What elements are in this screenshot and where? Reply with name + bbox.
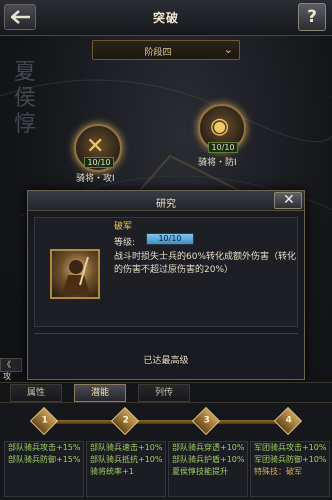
general-name-vertical: 夏 侯 惇 [14, 60, 44, 138]
perk-line: 军团骑兵防御+10% [254, 455, 327, 464]
node-name: 骑将・攻Ⅰ [76, 174, 115, 184]
side-tab[interactable]: 《 攻 [0, 358, 22, 381]
perk-card: 部队骑兵攻击+15% 部队骑兵防御+15% [4, 441, 84, 497]
perk-line: 特殊技：破军 [254, 467, 302, 476]
skill-portrait-icon [50, 249, 100, 299]
perk-line: 部队骑兵防御+15% [8, 455, 81, 464]
research-dialog: 研究 ✕ 破军 等级: 10/10 战斗时损失士兵的60%转化成额外伤害（转化的… [27, 190, 305, 380]
level-label: 等级: [114, 238, 136, 248]
perk-line: 军团骑兵攻击+10% [254, 443, 327, 452]
progress-track [40, 420, 292, 424]
header-bar: 突破 ? [0, 0, 332, 36]
level-value: 10/10 [158, 234, 182, 243]
milestone-number: 3 [203, 415, 210, 426]
tab-biography[interactable]: 列传 [138, 384, 190, 402]
name-char: 侯 [14, 86, 37, 111]
node-count: 10/10 [208, 142, 238, 153]
perk-card: 部队骑兵速击+10% 部队骑兵抵抗+10% 骑将统率+1 [86, 441, 166, 497]
milestone-number: 4 [285, 415, 292, 426]
stage-label: 阶段四 [144, 48, 172, 58]
perk-line: 部队骑兵穿透+10% [172, 443, 245, 452]
divider [34, 333, 298, 334]
perk-line: 夏侯惇技能提升 [172, 467, 228, 476]
tab-bar: 属性 潜能 列传 [0, 382, 332, 402]
tab-potential[interactable]: 潜能 [74, 384, 126, 402]
milestone-marker[interactable]: 4 [273, 406, 303, 436]
max-level-status: 已达最高级 [143, 356, 189, 366]
crossed-swords-icon: ✕ [86, 134, 105, 159]
close-icon: ✕ [283, 192, 295, 208]
milestone-marker[interactable]: 1 [29, 406, 59, 436]
milestone-marker[interactable]: 2 [110, 406, 140, 436]
perk-line: 部队骑兵攻击+15% [8, 443, 81, 452]
level-progress-bar: 10/10 [146, 233, 194, 245]
perk-card: 军团骑兵攻击+10% 军团骑兵防御+10% 特殊技：破军 [250, 441, 330, 497]
perk-line: 部队骑兵护盾+10% [172, 455, 245, 464]
skill-description: 战斗时损失士兵的60%转化成额外伤害（转化的伤害不超过原伤害的20%） [114, 252, 297, 275]
name-char: 惇 [14, 112, 37, 137]
skill-name: 破军 [114, 222, 133, 232]
milestone-marker[interactable]: 3 [191, 406, 221, 436]
help-button[interactable]: ? [298, 3, 326, 31]
stage-dropdown[interactable]: 阶段四 ⌄ [92, 40, 240, 60]
node-name: 骑将・防Ⅰ [198, 158, 237, 168]
perk-line: 部队骑兵抵抗+10% [90, 455, 163, 464]
chevron-down-icon: ⌄ [223, 43, 233, 56]
milestone-number: 1 [41, 415, 48, 426]
close-button[interactable]: ✕ [274, 192, 302, 209]
dialog-header: 研究 ✕ [28, 191, 304, 211]
name-char: 夏 [14, 60, 37, 85]
node-count: 10/10 [84, 157, 114, 168]
tab-attributes[interactable]: 属性 [10, 384, 62, 402]
page-title: 突破 [152, 11, 179, 25]
breakthrough-progress: 1 2 3 4 部队骑兵攻击+15% 部队骑兵防御+15% 部队骑兵速击+10%… [0, 402, 332, 500]
perk-card: 部队骑兵穿透+10% 部队骑兵护盾+10% 夏侯惇技能提升 [168, 441, 248, 497]
perk-line: 骑将统率+1 [90, 467, 134, 476]
dialog-title: 研究 [156, 199, 176, 210]
shield-icon: ◉ [210, 114, 230, 139]
milestone-number: 2 [122, 415, 129, 426]
perk-line: 部队骑兵速击+10% [90, 443, 163, 452]
